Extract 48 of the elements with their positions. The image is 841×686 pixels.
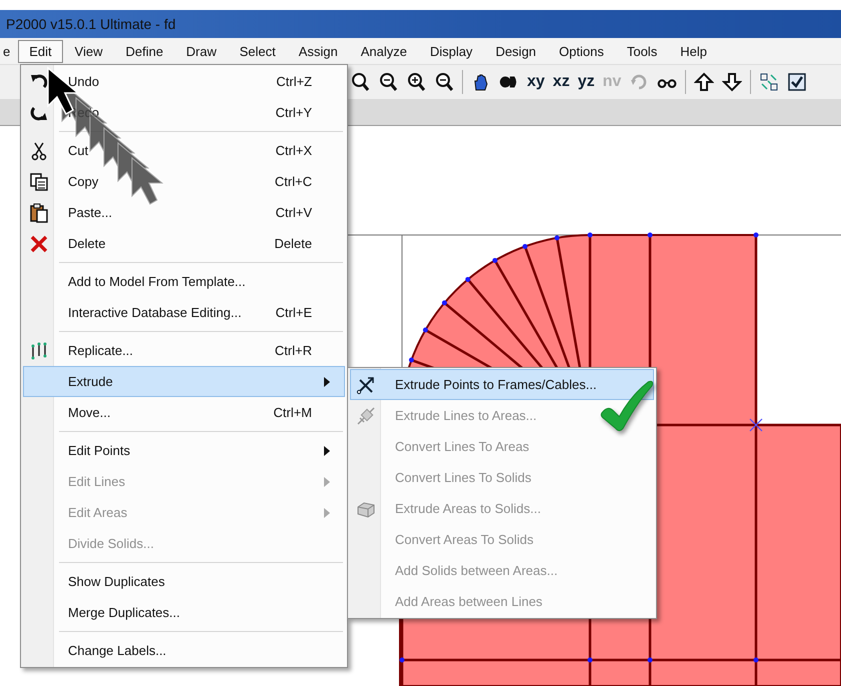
menu-item[interactable]: Undo Ctrl+Z [23, 66, 345, 97]
menu-item[interactable]: Copy Ctrl+C [23, 166, 345, 197]
menu-item[interactable]: Move... Ctrl+M [23, 397, 345, 428]
menu-item[interactable]: Extrude Points to Frames/Cables... [350, 369, 654, 400]
menu-item[interactable]: Edit Points [23, 435, 345, 466]
menu-item[interactable]: Draw [175, 40, 228, 62]
menu-item[interactable]: Assign [288, 40, 349, 62]
zoom-icon[interactable] [350, 72, 370, 92]
zoom-icon[interactable] [406, 72, 426, 92]
menu-item[interactable]: Options [548, 40, 615, 62]
delete-icon [29, 234, 49, 254]
menu-item[interactable]: Select [228, 40, 287, 62]
checkbox-icon[interactable] [787, 72, 808, 92]
copy-icon [29, 172, 49, 192]
menu-item[interactable]: Add to Model From Template... [23, 266, 345, 297]
window-title: P2000 v15.0.1 Ultimate - fd [5, 16, 176, 32]
menu-item[interactable]: Extrude [23, 366, 345, 397]
menu-item[interactable]: Help [669, 40, 718, 62]
zoom-icon[interactable] [378, 72, 398, 92]
zoom-icon[interactable] [434, 72, 454, 92]
menu-item[interactable]: Analyze [350, 40, 418, 62]
menu-item[interactable]: Delete Delete [23, 228, 345, 259]
menu-item[interactable]: Tools [616, 40, 668, 62]
paste-icon [29, 202, 49, 222]
view-button[interactable]: xy [527, 73, 545, 91]
up-arrow-icon[interactable] [694, 72, 714, 92]
menu-item[interactable]: Define [114, 40, 174, 62]
menu-item[interactable]: Change Labels... [23, 635, 345, 666]
replicate-icon [29, 340, 49, 360]
view-button[interactable]: xz [552, 73, 570, 91]
down-arrow-icon[interactable] [722, 72, 742, 92]
menu-item[interactable]: View [64, 40, 114, 62]
menu-item[interactable]: Replicate... Ctrl+R [23, 335, 345, 366]
menu-item[interactable]: Display [418, 40, 484, 62]
extrude-icon [356, 374, 376, 394]
grid-line-icon [356, 406, 376, 426]
menu-item[interactable]: Edit [18, 40, 63, 62]
menu-item[interactable]: Paste... Ctrl+V [23, 197, 345, 228]
view-button[interactable]: yz [578, 73, 595, 91]
menu-item[interactable]: Show Duplicates [23, 566, 345, 597]
grid-arrows-icon[interactable] [759, 72, 780, 92]
menu-item[interactable]: e [0, 40, 18, 62]
scissors-icon [29, 140, 49, 160]
menu-item[interactable]: Cut Ctrl+X [23, 135, 345, 166]
checkmark-icon [598, 378, 656, 434]
menu-item[interactable]: Interactive Database Editing... Ctrl+E [23, 297, 345, 328]
menu-item[interactable]: Design [484, 40, 548, 62]
menu-item[interactable]: Merge Duplicates... [23, 597, 345, 628]
